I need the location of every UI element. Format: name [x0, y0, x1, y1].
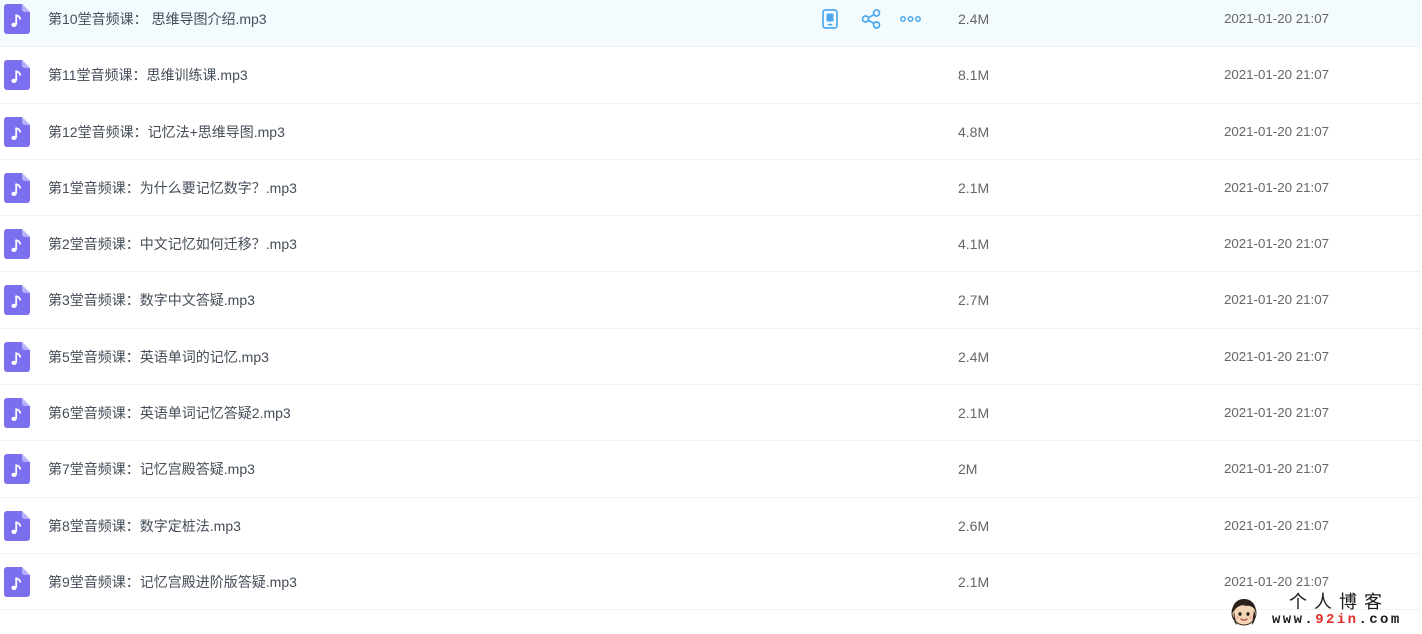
file-name[interactable]: 第7堂音频课：记忆宫殿答疑.mp3 — [48, 441, 255, 497]
file-row[interactable]: 第9堂音频课：记忆宫殿进阶版答疑.mp3 2.1M 2021-01-20 21:… — [0, 553, 1420, 611]
watermark-url-suffix: .com — [1358, 612, 1402, 628]
file-row[interactable]: 第2堂音频课：中文记忆如何迁移？.mp3 4.1M 2021-01-20 21:… — [0, 216, 1420, 273]
file-row[interactable]: 第7堂音频课：记忆宫殿答疑.mp3 2M 2021-01-20 21:07 — [0, 441, 1420, 498]
music-file-icon — [4, 567, 30, 597]
music-file-icon — [4, 60, 30, 90]
file-date: 2021-01-20 21:07 — [1224, 461, 1329, 477]
file-name[interactable]: 第9堂音频课：记忆宫殿进阶版答疑.mp3 — [48, 554, 297, 610]
music-file-icon — [4, 285, 30, 315]
file-size: 4.8M — [958, 123, 990, 140]
file-date: 2021-01-20 21:07 — [1224, 179, 1329, 195]
file-name[interactable]: 第2堂音频课：中文记忆如何迁移？.mp3 — [48, 216, 297, 272]
music-file-icon — [4, 398, 30, 428]
file-size: 4.1M — [958, 236, 990, 253]
file-row[interactable]: 第10堂音频课： 思维导图介绍.mp3 2.4M 2021-01-20 21:0… — [0, 0, 1420, 48]
file-row[interactable]: 第3堂音频课：数字中文答疑.mp3 2.7M 2021-01-20 21:07 — [0, 272, 1420, 329]
more-icon[interactable] — [900, 16, 921, 22]
file-name[interactable]: 第8堂音频课：数字定桩法.mp3 — [48, 498, 241, 554]
file-row[interactable]: 第11堂音频课：思维训练课.mp3 8.1M 2021-01-20 21:07 — [0, 47, 1420, 104]
share-icon[interactable] — [861, 9, 881, 29]
file-size: 2.7M — [958, 292, 990, 309]
file-name[interactable]: 第12堂音频课：记忆法+思维导图.mp3 — [48, 104, 285, 160]
file-name[interactable]: 第10堂音频课： 思维导图介绍.mp3 — [48, 0, 267, 47]
file-date: 2021-01-20 21:07 — [1224, 517, 1329, 533]
music-file-icon — [4, 511, 30, 541]
file-size: 2.1M — [958, 179, 990, 196]
file-size: 2M — [958, 461, 978, 478]
watermark-url-prefix: www. — [1272, 612, 1316, 628]
file-size: 8.1M — [958, 67, 990, 84]
watermark-url: www.92in.com — [1272, 613, 1402, 628]
watermark-url-highlight: 92in — [1315, 612, 1359, 628]
file-row[interactable]: 第12堂音频课：记忆法+思维导图.mp3 4.8M 2021-01-20 21:… — [0, 103, 1420, 160]
music-file-icon — [4, 342, 30, 372]
file-date: 2021-01-20 21:07 — [1224, 348, 1329, 364]
file-name[interactable]: 第5堂音频课：英语单词的记忆.mp3 — [48, 329, 269, 385]
file-size: 2.6M — [958, 517, 990, 534]
music-file-icon — [4, 229, 30, 259]
file-row[interactable]: 第6堂音频课：英语单词记忆答疑2.mp3 2.1M 2021-01-20 21:… — [0, 385, 1420, 442]
watermark-title: 个人博客 — [1289, 592, 1389, 613]
file-name[interactable]: 第3堂音频课：数字中文答疑.mp3 — [48, 272, 255, 328]
file-name[interactable]: 第1堂音频课：为什么要记忆数字？.mp3 — [48, 160, 297, 216]
music-file-icon — [4, 173, 30, 203]
file-date: 2021-01-20 21:07 — [1224, 292, 1329, 308]
file-date: 2021-01-20 21:07 — [1224, 123, 1329, 139]
phone-icon[interactable] — [822, 9, 838, 29]
blog-watermark: 个人博客 www.92in.com — [1226, 592, 1406, 632]
file-name[interactable]: 第11堂音频课：思维训练课.mp3 — [48, 47, 248, 103]
music-file-icon — [4, 4, 30, 34]
file-list: 第10堂音频课： 思维导图介绍.mp3 2.4M 2021-01-20 21:0… — [0, 0, 1420, 611]
music-file-icon — [4, 454, 30, 484]
file-size: 2.1M — [958, 405, 990, 422]
file-row[interactable]: 第1堂音频课：为什么要记忆数字？.mp3 2.1M 2021-01-20 21:… — [0, 159, 1420, 217]
file-size: 2.4M — [958, 348, 990, 365]
file-date: 2021-01-20 21:07 — [1224, 11, 1329, 26]
file-size: 2.4M — [958, 11, 990, 27]
file-date: 2021-01-20 21:07 — [1224, 236, 1329, 252]
file-row[interactable]: 第5堂音频课：英语单词的记忆.mp3 2.4M 2021-01-20 21:07 — [0, 328, 1420, 386]
file-date: 2021-01-20 21:07 — [1224, 67, 1329, 83]
music-file-icon — [4, 117, 30, 147]
file-name[interactable]: 第6堂音频课：英语单词记忆答疑2.mp3 — [48, 385, 291, 441]
file-date: 2021-01-20 21:07 — [1224, 405, 1329, 421]
avatar — [1228, 596, 1260, 628]
file-row[interactable]: 第8堂音频课：数字定桩法.mp3 2.6M 2021-01-20 21:07 — [0, 497, 1420, 554]
file-size: 2.1M — [958, 573, 990, 590]
